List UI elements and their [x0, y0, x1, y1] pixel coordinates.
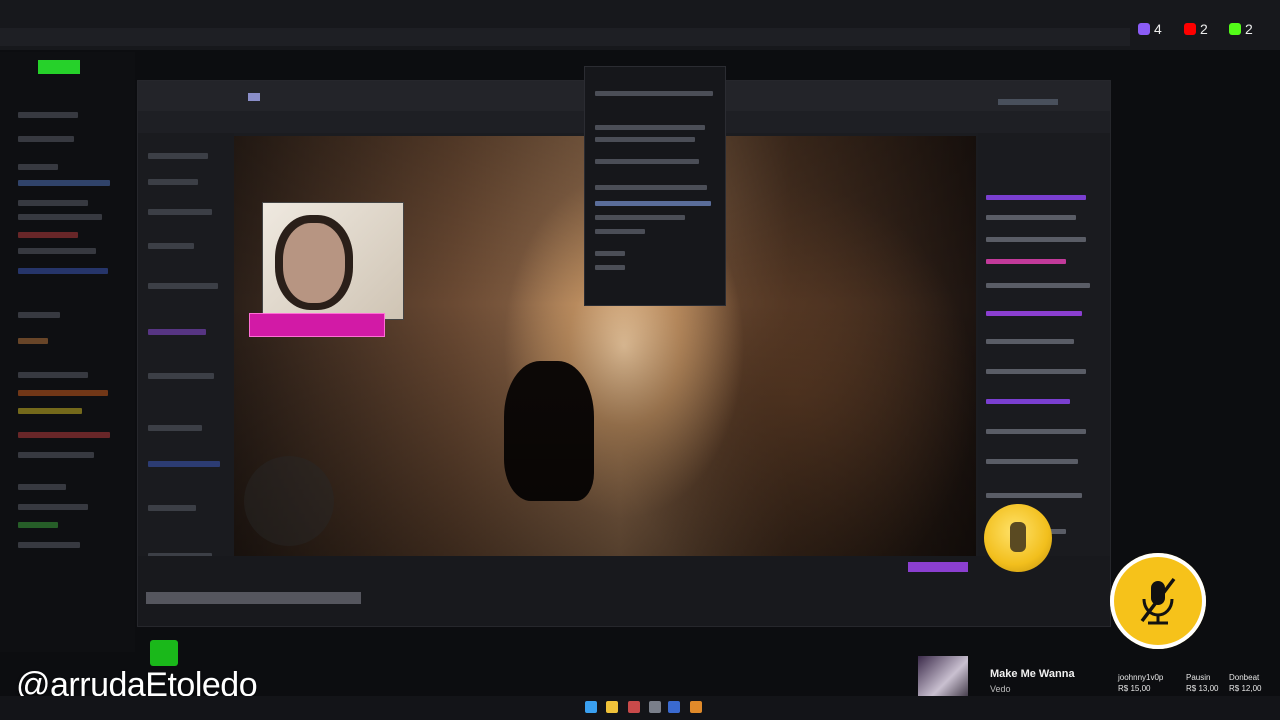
donor-entry: Pausin R$ 13,00: [1186, 672, 1218, 694]
start-icon[interactable]: [585, 701, 597, 713]
coin-symbol-icon: [1010, 522, 1026, 552]
youtube-viewer-counter: 2: [1184, 20, 1208, 38]
browser-icon[interactable]: [628, 701, 640, 713]
donor-amount: R$ 15,00: [1118, 684, 1151, 693]
donor-amount: R$ 12,00: [1229, 684, 1262, 693]
donor-name: Pausin: [1186, 673, 1211, 682]
song-title: Make Me Wanna: [990, 668, 1075, 680]
youtube-icon: [1184, 23, 1196, 35]
app-icon[interactable]: [668, 701, 680, 713]
explorer-icon[interactable]: [606, 701, 618, 713]
top-bar-strip: [0, 28, 1130, 46]
app-sidebar: [138, 133, 234, 603]
os-taskbar: [0, 696, 1280, 720]
kick-viewer-count: 2: [1245, 21, 1253, 37]
kick-viewer-counter: 2: [1229, 20, 1253, 38]
dashboard-left-panel: [0, 52, 135, 652]
settings-dropdown-menu[interactable]: [584, 66, 726, 306]
app-icon[interactable]: [690, 701, 702, 713]
streamer-webcam: [262, 202, 404, 320]
twitch-viewer-count: 4: [1154, 21, 1162, 37]
webcam-face: [283, 223, 345, 303]
twitch-viewer-counter: 4: [1138, 20, 1162, 38]
app-footer-bar: [138, 556, 1110, 626]
twitch-icon: [1138, 23, 1150, 35]
donor-entry: Donbeat R$ 12,00: [1229, 672, 1261, 694]
streamer-name-bar: [249, 313, 385, 337]
kick-icon: [1229, 23, 1241, 35]
donor-entry: joohnny1v0p R$ 15,00: [1118, 672, 1163, 694]
video-overlay-joystick: [244, 456, 334, 546]
live-status-icon: [38, 60, 80, 74]
channel-title-text: [146, 592, 361, 604]
mic-muted-icon: [1140, 577, 1176, 625]
stream-top-bar: [0, 0, 1280, 50]
app-tab-icon[interactable]: [248, 93, 260, 101]
stream-app-icon: [150, 640, 178, 666]
app-window-controls[interactable]: [998, 99, 1058, 105]
follow-button[interactable]: [908, 562, 968, 572]
donor-name: joohnny1v0p: [1118, 673, 1164, 682]
donor-amount: R$ 13,00: [1186, 684, 1219, 693]
song-artist: Vedo: [990, 684, 1011, 694]
mic-muted-badge: [1110, 553, 1206, 649]
app-icon[interactable]: [649, 701, 661, 713]
coin-badge: [984, 504, 1052, 572]
youtube-viewer-count: 2: [1200, 21, 1208, 37]
donor-name: Donbeat: [1229, 673, 1260, 682]
